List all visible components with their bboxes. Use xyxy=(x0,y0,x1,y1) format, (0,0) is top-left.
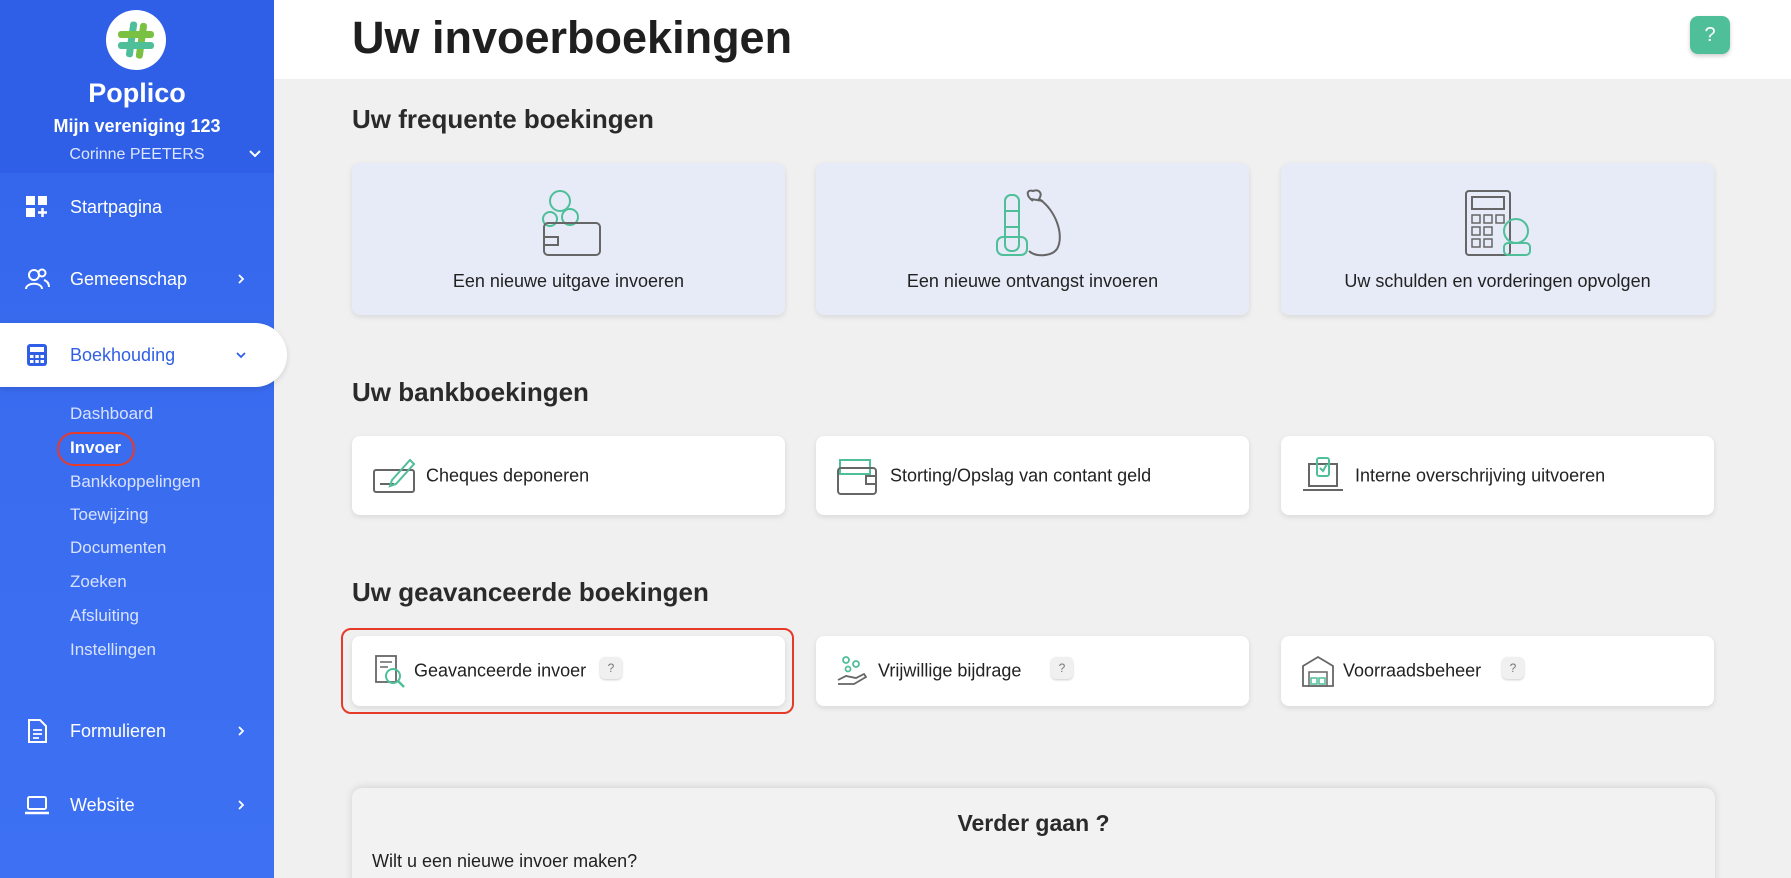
dashboard-icon xyxy=(26,196,47,217)
money-bag-icon xyxy=(995,189,1061,257)
info-badge[interactable]: ? xyxy=(1051,657,1073,679)
calculator-icon xyxy=(27,344,47,366)
sidebar-item-label: Website xyxy=(70,794,135,815)
card-label: Vrijwillige bijdrage xyxy=(878,660,1022,681)
card-debts-claims[interactable]: Uw schulden en vorderingen opvolgen xyxy=(1281,163,1714,315)
sidebar-item-label: Gemeenschap xyxy=(70,268,188,289)
sidebar-item-website[interactable]: Website xyxy=(0,777,274,833)
chevron-right-icon xyxy=(238,800,245,810)
sidebar-item-startpagina[interactable]: Startpagina xyxy=(0,179,274,235)
subnav-toewijzing[interactable]: Toewijzing xyxy=(70,505,148,525)
donation-hand-icon xyxy=(837,656,868,685)
poplico-logo[interactable] xyxy=(106,10,166,70)
info-badge[interactable]: ? xyxy=(1502,657,1524,679)
invoer-highlight xyxy=(57,432,135,466)
warehouse-icon xyxy=(1302,655,1334,687)
subnav-zoeken[interactable]: Zoeken xyxy=(70,572,127,592)
continue-panel: Verder gaan ? Wilt u een nieuwe invoer m… xyxy=(352,788,1715,878)
card-voluntary-contribution[interactable]: Vrijwillige bijdrage ? xyxy=(816,636,1249,706)
card-internal-transfer[interactable]: Interne overschrijving uitvoeren xyxy=(1281,436,1714,515)
page-title: Uw invoerboekingen xyxy=(352,12,793,63)
card-new-receipt[interactable]: Een nieuwe ontvangst invoeren xyxy=(816,163,1249,315)
sidebar-item-formulieren[interactable]: Formulieren xyxy=(0,703,274,759)
chevron-down-icon[interactable] xyxy=(247,146,263,162)
sidebar-item-boekhouding[interactable]: Boekhouding xyxy=(0,323,287,387)
sidebar-item-label: Startpagina xyxy=(70,196,163,217)
sidebar: Poplico Mijn vereniging 123 Corinne PEET… xyxy=(0,0,287,878)
subnav-documenten[interactable]: Documenten xyxy=(70,538,166,558)
subnav-instellingen[interactable]: Instellingen xyxy=(70,640,156,660)
cash-wallet-icon xyxy=(837,458,877,495)
transfer-laptop-icon xyxy=(1303,456,1343,491)
sidebar-item-label: Boekhouding xyxy=(70,344,176,365)
help-button[interactable]: ? xyxy=(1690,16,1730,54)
organization-name: Mijn vereniging 123 xyxy=(53,116,221,136)
user-name[interactable]: Corinne PEETERS xyxy=(0,146,274,164)
document-icon xyxy=(28,719,47,743)
chevron-right-icon xyxy=(238,274,245,284)
brand-name: Poplico xyxy=(88,78,186,108)
sidebar-item-gemeenschap[interactable]: Gemeenschap xyxy=(0,251,274,307)
community-icon xyxy=(25,268,50,290)
continue-title: Verder gaan ? xyxy=(957,810,1110,836)
cheque-icon xyxy=(373,458,416,493)
section-title-frequent: Uw frequente boekingen xyxy=(352,104,654,134)
advanced-entry-highlight xyxy=(341,628,794,714)
subnav-dashboard[interactable]: Dashboard xyxy=(70,404,153,424)
chevron-down-icon xyxy=(236,352,246,359)
card-cheques[interactable]: Cheques deponeren xyxy=(352,436,785,515)
chevron-right-icon xyxy=(238,726,245,736)
card-cash-deposit[interactable]: Storting/Opslag van contant geld xyxy=(816,436,1249,515)
card-label: Voorraadsbeheer xyxy=(1343,660,1482,681)
card-label: Een nieuwe ontvangst invoeren xyxy=(906,271,1159,291)
card-inventory[interactable]: Voorraadsbeheer ? xyxy=(1281,636,1714,706)
section-title-advanced: Uw geavanceerde boekingen xyxy=(352,577,709,607)
card-label: Cheques deponeren xyxy=(426,465,590,485)
wallet-coins-icon xyxy=(541,190,601,256)
card-label: Interne overschrijving uitvoeren xyxy=(1355,465,1606,485)
laptop-icon xyxy=(25,796,49,815)
card-label: Storting/Opslag van contant geld xyxy=(890,465,1152,485)
card-label: Een nieuwe uitgave invoeren xyxy=(452,271,685,291)
continue-question: Wilt u een nieuwe invoer maken? xyxy=(372,851,638,871)
calculator-coins-icon xyxy=(1464,190,1531,256)
section-title-bank: Uw bankboekingen xyxy=(352,377,589,407)
sidebar-item-label: Formulieren xyxy=(70,720,167,741)
brand-header: Poplico Mijn vereniging 123 Corinne PEET… xyxy=(0,0,274,173)
subnav-afsluiting[interactable]: Afsluiting xyxy=(70,606,139,626)
card-label: Uw schulden en vorderingen opvolgen xyxy=(1344,271,1651,291)
card-new-expense[interactable]: Een nieuwe uitgave invoeren xyxy=(352,163,785,315)
subnav-bankkoppelingen[interactable]: Bankkoppelingen xyxy=(70,472,200,492)
